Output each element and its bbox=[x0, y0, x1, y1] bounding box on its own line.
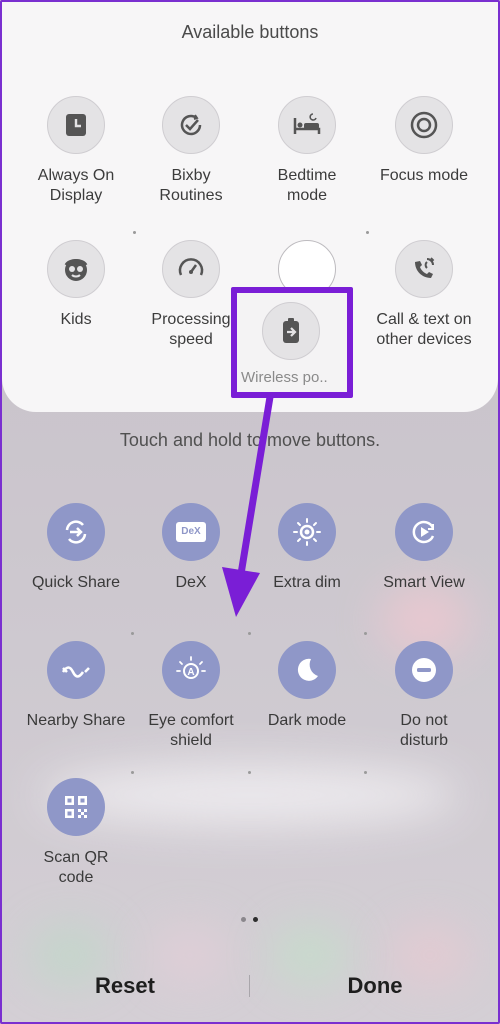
tile-quick-share[interactable]: Quick Share bbox=[16, 503, 136, 593]
drag-arrow-annotation bbox=[222, 395, 274, 617]
routine-check-icon bbox=[162, 96, 220, 154]
kids-face-icon bbox=[47, 240, 105, 298]
tile-label: Bixby Routines bbox=[159, 167, 223, 204]
focus-target-icon bbox=[395, 96, 453, 154]
page-indicator-active bbox=[253, 917, 258, 922]
dex-badge: DeX bbox=[176, 522, 206, 542]
bed-icon bbox=[278, 96, 336, 154]
tile-label: Eye comfort shield bbox=[148, 712, 234, 749]
do-not-disturb-icon bbox=[395, 641, 453, 699]
dragging-label: Wireless po.. bbox=[241, 369, 328, 386]
nearby-share-icon bbox=[47, 641, 105, 699]
dragging-wireless-powershare[interactable]: Wireless po.. bbox=[231, 287, 353, 398]
moon-icon bbox=[278, 641, 336, 699]
tile-label: Bedtime mode bbox=[277, 167, 337, 204]
tile-scan-qr-code[interactable]: Scan QR code bbox=[16, 778, 136, 888]
call-sync-icon bbox=[395, 240, 453, 298]
tile-eye-comfort-shield[interactable]: A Eye comfort shield bbox=[131, 641, 251, 751]
tile-call-text-other-devices[interactable]: Call & text on other devices bbox=[364, 240, 484, 350]
tile-label: Call & text on other devices bbox=[376, 311, 472, 348]
clock-square-icon bbox=[47, 96, 105, 154]
tile-label: Do not disturb bbox=[399, 712, 449, 749]
tile-smart-view[interactable]: Smart View bbox=[364, 503, 484, 593]
tile-label: Smart View bbox=[383, 574, 465, 591]
tile-label: Always On Display bbox=[37, 167, 115, 204]
tile-label: Focus mode bbox=[379, 167, 469, 184]
page-indicator bbox=[241, 917, 246, 922]
tile-label: Quick Share bbox=[31, 574, 121, 591]
tile-label: Scan QR code bbox=[43, 849, 109, 886]
tile-focus-mode[interactable]: Focus mode bbox=[364, 96, 484, 186]
bottom-action-bar: Reset Done bbox=[0, 955, 500, 1015]
tile-label: Dark mode bbox=[267, 712, 347, 729]
speedometer-icon bbox=[162, 240, 220, 298]
tile-bixby-routines[interactable]: Bixby Routines bbox=[131, 96, 251, 206]
eye-comfort-icon: A bbox=[162, 641, 220, 699]
tile-always-on-display[interactable]: Always On Display bbox=[16, 96, 136, 206]
tile-label: Kids bbox=[60, 311, 92, 328]
dex-icon: DeX bbox=[162, 503, 220, 561]
tile-do-not-disturb[interactable]: Do not disturb bbox=[364, 641, 484, 751]
smart-view-icon bbox=[395, 503, 453, 561]
reset-button[interactable]: Reset bbox=[0, 973, 250, 999]
done-button[interactable]: Done bbox=[250, 973, 500, 999]
wireless-powershare-icon bbox=[262, 302, 320, 360]
panel-title: Available buttons bbox=[181, 22, 319, 42]
tile-kids[interactable]: Kids bbox=[16, 240, 136, 330]
tile-bedtime-mode[interactable]: Bedtime mode bbox=[247, 96, 367, 206]
quick-share-icon bbox=[47, 503, 105, 561]
tile-nearby-share[interactable]: Nearby Share bbox=[16, 641, 136, 731]
tile-label: Nearby Share bbox=[26, 712, 126, 729]
tile-dark-mode[interactable]: Dark mode bbox=[247, 641, 367, 731]
qr-code-icon bbox=[47, 778, 105, 836]
extra-dim-icon bbox=[278, 503, 336, 561]
svg-text:A: A bbox=[187, 667, 194, 678]
